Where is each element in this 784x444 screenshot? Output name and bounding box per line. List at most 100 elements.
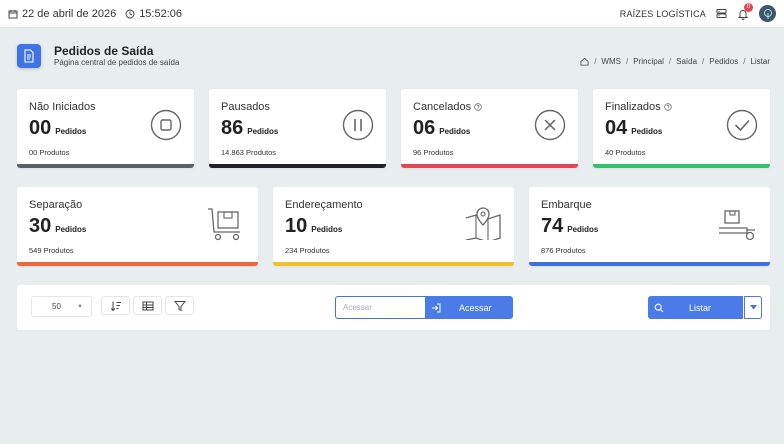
notification-badge: 0 xyxy=(744,2,753,12)
card-products: 14.863 Produtos xyxy=(221,148,277,157)
breadcrumb-separator: / xyxy=(743,57,746,66)
card-count-unit: Pedidos xyxy=(311,225,343,234)
search-icon xyxy=(654,303,664,312)
page-subtitle: Página central de pedidos de saída xyxy=(54,58,180,67)
card-count-unit: Pedidos xyxy=(439,127,471,136)
datetime: 22 de abril de 2026 15:52:06 xyxy=(8,8,182,20)
company-name[interactable]: RAÍZES LOGÍSTICA xyxy=(620,9,706,19)
hand-truck-icon xyxy=(719,210,755,241)
table-icon xyxy=(142,301,153,310)
card-cancelados[interactable]: Cancelados 06 Pedidos 96 Produtos xyxy=(401,89,578,168)
card-count: 86 Pedidos xyxy=(221,117,278,140)
server-icon[interactable] xyxy=(716,8,727,19)
list-toolbar: 50 ▼ Acessar Listar xyxy=(17,285,770,330)
card-count-value: 06 xyxy=(413,117,436,139)
access-button-label: Acessar xyxy=(459,302,492,313)
pause-icon xyxy=(342,109,374,141)
card-products: 234 Produtos xyxy=(285,246,330,255)
page-size-value: 50 xyxy=(52,302,61,311)
card-status-bar xyxy=(273,262,514,266)
tree-icon xyxy=(763,8,772,19)
card-pausados[interactable]: Pausados 86 Pedidos 14.863 Produtos xyxy=(209,89,386,168)
document-icon xyxy=(17,44,41,68)
sort-button[interactable] xyxy=(101,296,130,315)
card-status-bar xyxy=(529,262,770,266)
card-count: 06 Pedidos xyxy=(413,117,470,140)
page-title: Pedidos de Saída xyxy=(54,44,154,58)
breadcrumb-separator: / xyxy=(702,57,705,66)
breadcrumb-saida[interactable]: Saída xyxy=(676,57,697,66)
card-count: 74 Pedidos xyxy=(541,215,598,238)
card-products: 00 Produtos xyxy=(29,148,70,157)
card-count: 00 Pedidos xyxy=(29,117,86,140)
filter-button[interactable] xyxy=(165,296,194,315)
card-status-bar xyxy=(401,164,578,168)
card-count-value: 30 xyxy=(29,215,52,237)
breadcrumb: / WMS / Principal / Saída / Pedidos / Li… xyxy=(580,57,770,66)
card-count-value: 10 xyxy=(285,215,308,237)
current-time: 15:52:06 xyxy=(139,7,183,20)
columns-button[interactable] xyxy=(133,296,162,315)
card-products: 40 Produtos xyxy=(605,148,646,157)
card-products: 549 Produtos xyxy=(29,246,74,255)
page-size-select[interactable]: 50 ▼ xyxy=(31,296,92,317)
card-label: Cancelados xyxy=(413,101,482,113)
card-label: Embarque xyxy=(541,199,592,211)
list-options-dropdown[interactable] xyxy=(744,296,762,319)
card-nao-iniciados[interactable]: Não Iniciados 00 Pedidos 00 Produtos xyxy=(17,89,194,168)
card-label: Pausados xyxy=(221,101,270,113)
chevron-down-icon: ▼ xyxy=(77,304,83,310)
caret-down-icon xyxy=(749,305,757,310)
user-avatar[interactable] xyxy=(759,5,776,22)
card-label-text: Finalizados xyxy=(605,101,661,113)
card-label-text: Não Iniciados xyxy=(29,101,96,113)
notifications-button[interactable]: 0 xyxy=(737,2,753,20)
card-status-bar xyxy=(17,164,194,168)
card-separacao[interactable]: Separação 30 Pedidos 549 Produtos xyxy=(17,187,258,266)
card-status-bar xyxy=(593,164,770,168)
top-bar: 22 de abril de 2026 15:52:06 RAÍZES LOGÍ… xyxy=(0,0,784,28)
card-count-unit: Pedidos xyxy=(631,127,663,136)
breadcrumb-separator: / xyxy=(594,57,597,66)
breadcrumb-principal[interactable]: Principal xyxy=(633,57,664,66)
breadcrumb-listar: Listar xyxy=(750,57,770,66)
card-count-value: 04 xyxy=(605,117,628,139)
card-label: Separação xyxy=(29,199,83,211)
card-finalizados[interactable]: Finalizados 04 Pedidos 40 Produtos xyxy=(593,89,770,168)
card-count: 10 Pedidos xyxy=(285,215,342,238)
card-count: 04 Pedidos xyxy=(605,117,662,140)
help-icon[interactable] xyxy=(663,103,672,111)
check-circle-icon xyxy=(726,109,758,141)
card-status-bar xyxy=(209,164,386,168)
login-icon xyxy=(432,303,441,312)
sort-icon xyxy=(110,301,121,311)
card-count-unit: Pedidos xyxy=(567,225,599,234)
card-count-value: 74 xyxy=(541,215,564,237)
order-access-input[interactable] xyxy=(335,296,425,319)
card-label: Finalizados xyxy=(605,101,672,113)
list-button[interactable]: Listar xyxy=(648,296,743,319)
help-icon[interactable] xyxy=(474,103,482,111)
page-header: Pedidos de Saída Página central de pedid… xyxy=(17,44,770,70)
card-count-value: 86 xyxy=(221,117,244,139)
card-enderecamento[interactable]: Endereçamento 10 Pedidos 234 Produtos xyxy=(273,187,514,266)
card-count-unit: Pedidos xyxy=(55,127,87,136)
cart-box-icon xyxy=(208,208,240,241)
breadcrumb-wms[interactable]: WMS xyxy=(601,57,621,66)
home-icon[interactable] xyxy=(580,57,589,66)
card-embarque[interactable]: Embarque 74 Pedidos 876 Produtos xyxy=(529,187,770,266)
breadcrumb-pedidos[interactable]: Pedidos xyxy=(709,57,738,66)
list-button-label: Listar xyxy=(689,302,712,313)
card-label: Não Iniciados xyxy=(29,101,96,113)
map-pin-icon xyxy=(465,207,501,240)
card-count-unit: Pedidos xyxy=(55,225,87,234)
card-products: 96 Produtos xyxy=(413,148,454,157)
breadcrumb-separator: / xyxy=(668,57,672,66)
access-button[interactable]: Acessar xyxy=(425,296,513,319)
clock-icon xyxy=(125,9,135,18)
card-count: 30 Pedidos xyxy=(29,215,86,238)
breadcrumb-separator: / xyxy=(625,57,629,66)
card-label-text: Cancelados xyxy=(413,101,472,113)
close-circle-icon xyxy=(534,109,566,141)
card-label-text: Pausados xyxy=(221,101,270,113)
